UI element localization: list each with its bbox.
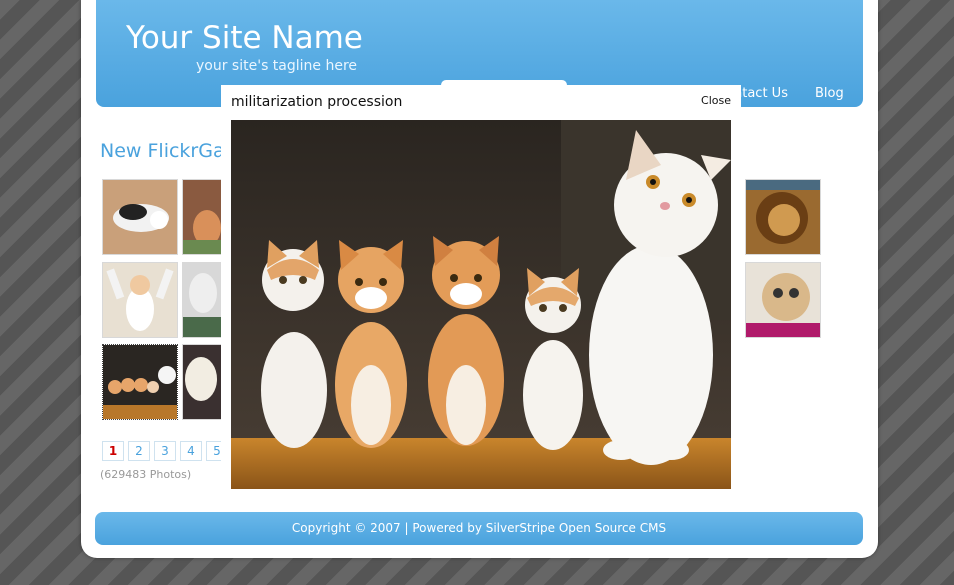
photo-thumbnail[interactable] (182, 344, 222, 420)
lightbox-photo (231, 120, 731, 489)
gallery-title: New FlickrGal (100, 140, 230, 162)
lightbox-close-button[interactable]: Close (701, 94, 731, 107)
photo-thumbnail[interactable] (745, 262, 821, 338)
lightbox-caption: militarization procession (231, 94, 403, 110)
photo-thumbnail-selected[interactable] (102, 344, 178, 420)
photo-thumbnail[interactable] (745, 179, 821, 255)
nav-item-contact-us[interactable]: ntact Us (734, 86, 788, 101)
photo-thumbnail[interactable] (102, 262, 178, 338)
lightbox-dialog: militarization procession Close (221, 85, 741, 500)
page-link-3[interactable]: 3 (154, 441, 176, 461)
nav-item-blog[interactable]: Blog (815, 86, 844, 101)
page-link-1[interactable]: 1 (102, 441, 124, 461)
photo-count: (629483 Photos) (100, 468, 192, 481)
site-name[interactable]: Your Site Name (126, 20, 363, 56)
site-footer: Copyright © 2007 | Powered by SilverStri… (95, 512, 863, 545)
page-link-4[interactable]: 4 (180, 441, 202, 461)
photo-thumbnail[interactable] (182, 179, 222, 255)
photo-thumbnail[interactable] (102, 179, 178, 255)
site-tagline: your site's tagline here (196, 58, 358, 74)
page-link-2[interactable]: 2 (128, 441, 150, 461)
photo-thumbnail[interactable] (182, 262, 222, 338)
